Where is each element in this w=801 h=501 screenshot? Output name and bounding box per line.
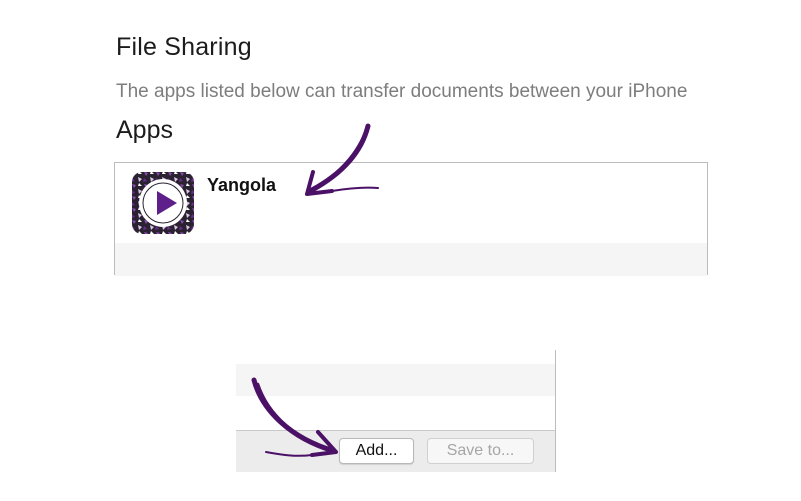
empty-list-row [115,243,707,276]
apps-heading: Apps [116,116,173,144]
save-to-button[interactable]: Save to... [427,438,534,464]
add-button[interactable]: Add... [339,438,414,464]
app-name: Yangola [207,175,277,195]
documents-footer: Add... Save to... [236,430,555,472]
app-list-item[interactable]: Yangola [115,163,707,243]
file-sharing-description: The apps listed below can transfer docum… [116,81,688,102]
documents-panel: Add... Save to... [236,350,556,472]
apps-list: Yangola [114,162,708,276]
page-title: File Sharing [116,33,252,61]
empty-list-row [236,364,555,396]
app-icon [131,171,195,235]
play-icon [132,172,194,234]
